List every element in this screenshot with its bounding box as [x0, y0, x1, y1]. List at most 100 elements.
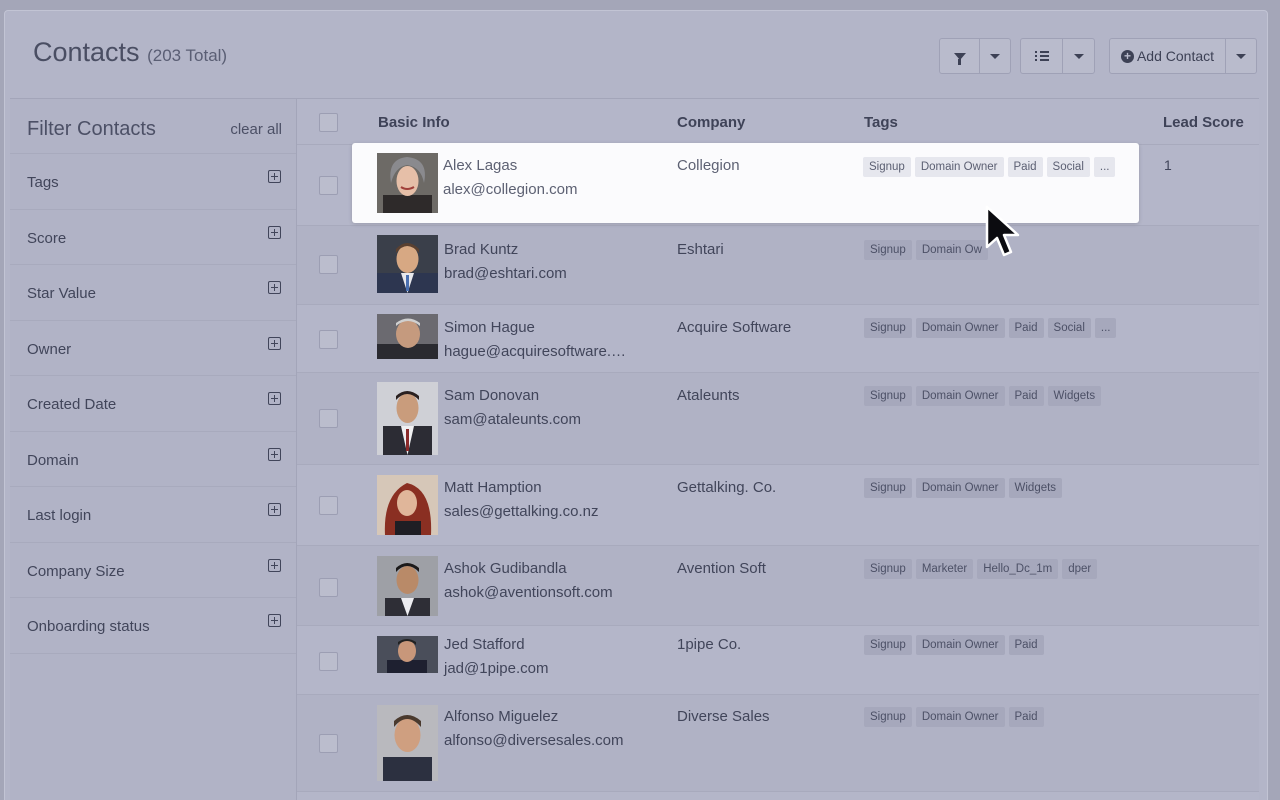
row-checkbox[interactable]	[319, 409, 338, 428]
expand-icon[interactable]	[268, 281, 281, 294]
filter-item-company-size[interactable]: Company Size	[10, 543, 296, 598]
contact-company: Acquire Software	[677, 319, 792, 336]
filter-item-last-login[interactable]: Last login	[10, 487, 296, 543]
tag[interactable]: Social	[1046, 157, 1090, 177]
contact-name[interactable]: Alex Lagas	[443, 157, 517, 174]
column-company[interactable]: Company	[677, 114, 745, 131]
add-contact-dropdown-button[interactable]	[1226, 38, 1257, 74]
tag[interactable]: Signup	[864, 318, 912, 338]
filter-item-tags[interactable]: Tags	[10, 154, 296, 210]
contact-name[interactable]: Matt Hamption	[444, 479, 542, 496]
tag[interactable]: Signup	[864, 559, 912, 579]
expand-icon[interactable]	[268, 225, 281, 239]
view-dropdown-button[interactable]	[1063, 38, 1095, 74]
table-row[interactable]	[297, 792, 1259, 800]
contact-name[interactable]: Sam Donovan	[444, 387, 539, 404]
table-row[interactable]: Ashok Gudibandla ashok@aventionsoft.com …	[297, 546, 1259, 626]
filter-item-label: Score	[27, 229, 67, 247]
column-lead-score[interactable]: Lead Score	[1163, 114, 1244, 131]
contact-name[interactable]: Brad Kuntz	[444, 241, 518, 258]
row-checkbox[interactable]	[319, 734, 338, 753]
tag[interactable]: Signup	[864, 707, 912, 727]
expand-icon[interactable]	[268, 614, 281, 627]
table-row[interactable]: Jed Stafford jad@1pipe.com 1pipe Co. Sig…	[297, 626, 1259, 695]
view-button[interactable]	[1020, 38, 1063, 74]
tag[interactable]: Paid	[1008, 318, 1044, 338]
expand-icon[interactable]	[268, 503, 281, 516]
row-checkbox[interactable]	[319, 578, 338, 597]
tag[interactable]: Marketer	[915, 559, 974, 579]
tag[interactable]: Paid	[1008, 707, 1044, 727]
tag[interactable]: Signup	[864, 635, 912, 655]
tag[interactable]: Domain Owner	[915, 707, 1005, 727]
filter-item-score[interactable]: Score	[10, 210, 296, 265]
row-checkbox[interactable]	[319, 255, 338, 274]
contact-email[interactable]: hague@acquiresoftware.…	[444, 343, 626, 360]
tag[interactable]: Domain Owner	[915, 635, 1005, 655]
table-row[interactable]: Alfonso Miguelez alfonso@diversesales.co…	[297, 695, 1259, 792]
tag[interactable]: ...	[1094, 318, 1117, 338]
column-basic-info[interactable]: Basic Info	[378, 114, 450, 131]
row-checkbox[interactable]	[319, 330, 338, 349]
contact-name[interactable]: Ashok Gudibandla	[444, 560, 567, 577]
row-checkbox[interactable]	[319, 176, 338, 195]
tag[interactable]: Domain Owner	[914, 157, 1004, 177]
filter-item-domain[interactable]: Domain	[10, 432, 296, 487]
add-contact-button[interactable]: + Add Contact	[1109, 38, 1226, 74]
tag[interactable]: Signup	[864, 386, 912, 406]
tag[interactable]: Domain Owner	[915, 318, 1005, 338]
tag[interactable]: Social	[1047, 318, 1091, 338]
table-row[interactable]: Matt Hamption sales@gettalking.co.nz Get…	[297, 465, 1259, 546]
filter-item-star-value[interactable]: Star Value	[10, 265, 296, 321]
table-row[interactable]: Simon Hague hague@acquiresoftware.… Acqu…	[297, 305, 1259, 373]
contact-email[interactable]: alex@collegion.com	[443, 181, 577, 198]
contact-email[interactable]: alfonso@diversesales.com	[444, 732, 623, 749]
tag[interactable]: Signup	[864, 240, 912, 260]
tag[interactable]: Paid	[1008, 386, 1044, 406]
tag[interactable]: Paid	[1007, 157, 1043, 177]
tag[interactable]: Domain Ow	[915, 240, 988, 260]
column-tags[interactable]: Tags	[864, 114, 898, 131]
table-row[interactable]: Brad Kuntz brad@eshtari.com Eshtari Sign…	[297, 226, 1259, 305]
tag-list: Signup Domain Owner Widgets	[864, 478, 1063, 498]
avatar	[377, 235, 438, 293]
contact-name[interactable]: Simon Hague	[444, 319, 535, 336]
contact-email[interactable]: jad@1pipe.com	[444, 660, 548, 677]
filter-item-created-date[interactable]: Created Date	[10, 376, 296, 432]
tag[interactable]: Widgets	[1047, 386, 1102, 406]
expand-icon[interactable]	[268, 558, 281, 572]
filter-item-label: Tags	[27, 174, 59, 191]
tag[interactable]: Paid	[1008, 635, 1044, 655]
row-checkbox[interactable]	[319, 652, 338, 671]
tag[interactable]: ...	[1093, 157, 1116, 177]
expand-icon[interactable]	[268, 170, 281, 183]
page-title: Contacts (203 Total)	[33, 37, 227, 68]
filter-button[interactable]	[939, 38, 980, 74]
filter-item-label: Onboarding status	[27, 618, 150, 635]
row-checkbox[interactable]	[319, 496, 338, 515]
contact-email[interactable]: ashok@aventionsoft.com	[444, 584, 613, 601]
contact-name[interactable]: Alfonso Miguelez	[444, 708, 558, 725]
filter-item-onboarding-status[interactable]: Onboarding status	[10, 598, 296, 654]
expand-icon[interactable]	[268, 392, 281, 405]
tag[interactable]: Signup	[863, 157, 911, 177]
select-all-checkbox[interactable]	[319, 113, 338, 132]
tag[interactable]: Hello_Dc_1m	[977, 559, 1059, 579]
table-header: Basic Info Company Tags Lead Score	[297, 99, 1259, 145]
contact-email[interactable]: brad@eshtari.com	[444, 265, 567, 282]
tag[interactable]: Signup	[864, 478, 912, 498]
tag[interactable]: Domain Owner	[915, 478, 1005, 498]
tag[interactable]: Widgets	[1008, 478, 1063, 498]
expand-icon[interactable]	[268, 447, 281, 461]
tag[interactable]: dper	[1062, 559, 1098, 579]
filter-dropdown-button[interactable]	[980, 38, 1011, 74]
contact-email[interactable]: sales@gettalking.co.nz	[444, 503, 598, 520]
tag-list: Signup Domain Owner Paid Social ...	[864, 318, 1117, 338]
expand-icon[interactable]	[268, 336, 281, 350]
tag[interactable]: Domain Owner	[915, 386, 1005, 406]
clear-all-link[interactable]: clear all	[230, 121, 282, 138]
table-row[interactable]: Sam Donovan sam@ataleunts.com Ataleunts …	[297, 373, 1259, 465]
contact-email[interactable]: sam@ataleunts.com	[444, 411, 581, 428]
contact-name[interactable]: Jed Stafford	[444, 636, 525, 653]
filter-item-owner[interactable]: Owner	[10, 321, 296, 376]
